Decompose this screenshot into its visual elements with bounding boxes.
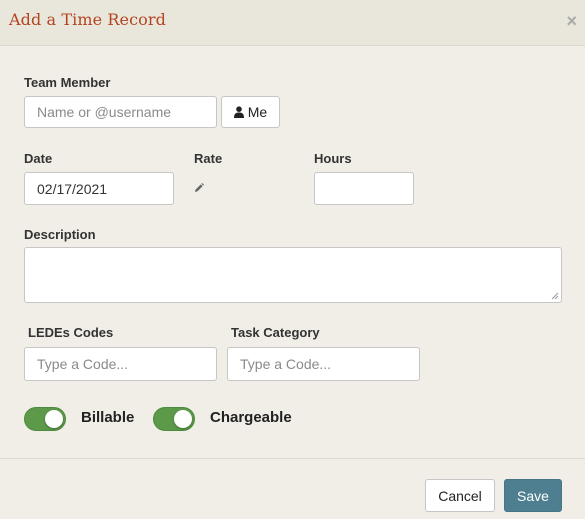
resize-grip-icon[interactable] [551,292,559,300]
hours-input[interactable] [314,172,414,205]
billable-label: Billable [81,409,135,426]
task-category-label: Task Category [231,325,320,340]
footer-divider [0,458,585,459]
rate-label: Rate [194,151,223,166]
cancel-button-label: Cancel [438,487,482,504]
modal-title: Add a Time Record [9,10,166,29]
hours-label: Hours [314,151,352,166]
task-category-input[interactable] [227,347,420,381]
user-icon [233,106,244,118]
pencil-icon[interactable] [194,183,204,193]
chargeable-toggle[interactable] [153,407,195,431]
cancel-button[interactable]: Cancel [425,479,495,512]
ledes-codes-input[interactable] [24,347,217,381]
me-button-label: Me [247,104,268,120]
modal-header: Add a Time Record × [0,0,585,46]
description-textarea[interactable] [24,247,562,303]
date-label: Date [24,151,53,166]
description-label: Description [24,227,96,242]
billable-toggle[interactable] [24,407,66,431]
close-icon[interactable]: × [566,11,577,31]
chargeable-label: Chargeable [210,409,292,426]
save-button[interactable]: Save [504,479,562,512]
team-member-label: Team Member [24,75,111,90]
team-member-input[interactable] [24,96,217,128]
date-input[interactable] [24,172,174,205]
me-button[interactable]: Me [221,96,280,128]
toggle-knob [174,410,192,428]
toggle-knob [45,410,63,428]
ledes-codes-label: LEDEs Codes [28,325,114,340]
save-button-label: Save [517,487,549,504]
